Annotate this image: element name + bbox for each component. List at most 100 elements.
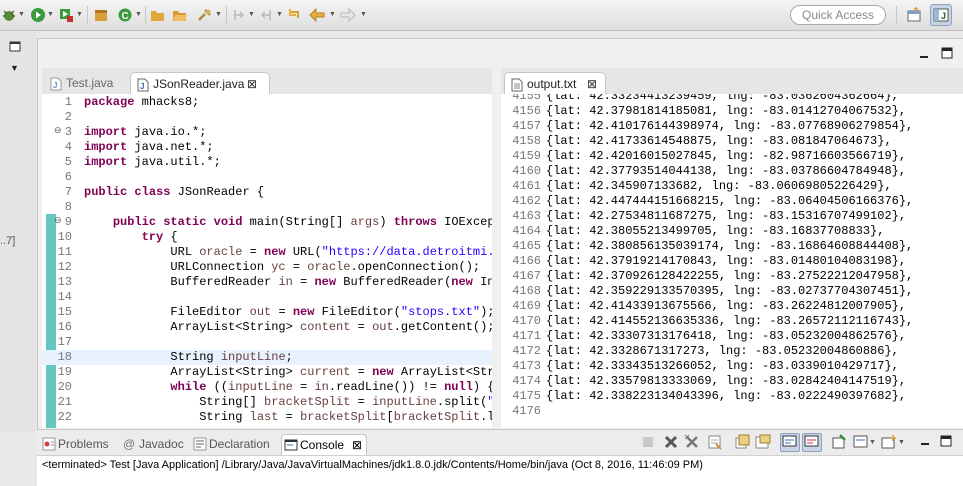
code-line[interactable]: 2 [42,110,492,125]
tab-output-txt[interactable]: output.txt ⊠ [504,72,606,94]
line-number: 4164 [512,224,541,238]
code-line[interactable]: 15 FileEditor out = new FileEditor("stop… [42,305,492,320]
code-text: import java.net.*; [84,140,214,154]
new-class-icon[interactable]: C [116,6,134,24]
tab-problems[interactable]: Problems [40,434,109,454]
code-line[interactable]: 10 try { [42,230,492,245]
code-line[interactable]: 5 import java.util.*; [42,155,492,170]
quick-access-input[interactable]: Quick Access [790,5,886,25]
code-line[interactable]: 14 [42,290,492,305]
maximize-icon[interactable] [941,47,953,62]
open-type-icon[interactable] [149,6,167,24]
open-console-icon[interactable] [881,434,897,453]
code-line[interactable]: 3 import java.io.*; [42,125,492,140]
line-number: 20 [57,380,72,394]
previous-annotation-icon[interactable] [257,6,275,24]
last-edit-location-icon[interactable] [286,6,304,24]
minimize-icon[interactable] [919,436,931,451]
new-package-icon[interactable] [92,6,110,24]
search-dropdown-icon[interactable]: ▼ [215,11,222,18]
code-line[interactable]: 19 ArrayList<String> current = new Array… [42,365,492,380]
show-console-on-stdout-icon[interactable] [780,433,800,452]
code-line[interactable]: 18 String inputLine; [42,350,492,365]
terminate-icon[interactable] [641,435,655,452]
java-perspective-icon[interactable]: J [930,4,952,26]
code-view[interactable]: 1 package mhacks8; 2 3 import java.io.*; 4 imp… [42,94,492,428]
console-status-line: <terminated> Test [Java Application] /Li… [42,459,703,471]
code-line[interactable]: 20 while ((inputLine = in.readLine()) !=… [42,380,492,395]
line-number: 4158 [512,134,541,148]
code-line[interactable]: 7 public class JSonReader { [42,185,492,200]
code-line[interactable]: 6 [42,170,492,185]
maximize-icon[interactable] [940,435,952,450]
previous-annotation-dropdown-icon[interactable]: ▼ [276,11,283,18]
remove-launch-icon[interactable] [663,434,679,453]
code-text: String inputLine; [84,350,293,364]
run-external-tools-icon[interactable] [57,6,75,24]
code-line[interactable]: 16 ArrayList<String> content = out.getCo… [42,320,492,335]
code-line[interactable]: 13 BufferedReader in = new BufferedReade… [42,275,492,290]
tab-test-java[interactable]: J Test.java [44,72,126,94]
close-icon[interactable]: ⊠ [587,73,597,95]
external-tools-dropdown-icon[interactable]: ▼ [76,11,83,18]
code-line[interactable]: 11 URL oracle = new URL("https://data.de… [42,245,492,260]
remove-all-terminated-icon[interactable] [684,434,700,453]
output-view[interactable]: 4155 {lat: 42.33234413239459, lng: -83.03… [501,94,963,428]
code-line[interactable]: 17 [42,335,492,350]
show-console-on-stderr-icon[interactable] [802,433,822,452]
fold-icon[interactable]: ⊖ [54,125,62,136]
open-perspective-icon[interactable] [905,6,923,24]
word-wrap-icon[interactable] [755,434,771,453]
next-annotation-icon[interactable] [230,6,248,24]
open-console-dropdown-icon[interactable]: ▼ [898,439,905,446]
java-editor[interactable]: 1 package mhacks8; 2 3 import java.io.*; 4 imp… [42,94,492,428]
code-line[interactable]: 4 import java.net.*; [42,140,492,155]
minimize-icon[interactable] [918,49,930,64]
tab-javadoc[interactable]: @ Javadoc [121,434,184,454]
close-icon[interactable]: ⊠ [352,435,362,455]
pin-console-icon[interactable] [831,434,847,453]
tab-console[interactable]: Console ⊠ [281,434,368,455]
new-class-dropdown-icon[interactable]: ▼ [135,11,142,18]
debug-icon[interactable] [0,6,18,24]
output-text: {lat: 42.33307313176418, lng: -83.052320… [546,329,907,343]
run-dropdown-icon[interactable]: ▼ [47,11,54,18]
scroll-lock-icon[interactable] [734,434,750,453]
code-line[interactable]: 1 package mhacks8; [42,95,492,110]
search-tool-icon[interactable] [196,6,214,24]
code-line[interactable]: 22 String last = bracketSplit[bracketSpl… [42,410,492,425]
open-folder-icon[interactable] [171,6,189,24]
svg-text:J: J [941,11,946,21]
restore-icon[interactable] [9,41,21,56]
code-text: URL oracle = new URL("https://data.detro… [84,245,492,259]
output-text: {lat: 42.41433913675566, lng: -83.262248… [546,299,907,313]
code-text: import java.util.*; [84,155,221,169]
display-selected-console-icon[interactable] [853,434,869,453]
next-annotation-dropdown-icon[interactable]: ▼ [248,11,255,18]
line-number: 17 [57,335,72,349]
back-dropdown-icon[interactable]: ▼ [329,11,336,18]
fold-icon[interactable]: ⊖ [54,215,62,226]
forward-icon[interactable] [339,6,357,24]
toolbar-separator [226,6,227,24]
code-line[interactable]: 8 [42,200,492,215]
code-line[interactable]: 9 public static void main(String[] args)… [42,215,492,230]
output-text: {lat: 42.359229133570395, lng: -83.02737… [546,284,914,298]
debug-dropdown-icon[interactable]: ▼ [18,11,25,18]
view-menu-icon[interactable]: ▼ [10,63,19,73]
javadoc-icon: @ [123,437,136,451]
editor-tab-bar: J Test.java J JSonReader.java ⊠ [42,68,492,94]
line-number: 11 [57,245,72,259]
tab-jsonreader-java[interactable]: J JSonReader.java ⊠ [130,72,270,94]
run-icon[interactable] [29,6,47,24]
code-line[interactable]: 12 URLConnection yc = oracle.openConnect… [42,260,492,275]
close-icon[interactable]: ⊠ [247,73,257,95]
clear-console-icon[interactable] [707,434,723,453]
forward-dropdown-icon[interactable]: ▼ [360,11,367,18]
back-icon[interactable] [308,6,326,24]
output-editor[interactable]: 4155 {lat: 42.33234413239459, lng: -83.03… [501,94,963,428]
code-line[interactable]: 21 String[] bracketSplit = inputLine.spl… [42,395,492,410]
tab-declaration[interactable]: Declaration [191,434,270,454]
tab-label: Javadoc [139,437,184,451]
display-console-dropdown-icon[interactable]: ▼ [869,439,876,446]
